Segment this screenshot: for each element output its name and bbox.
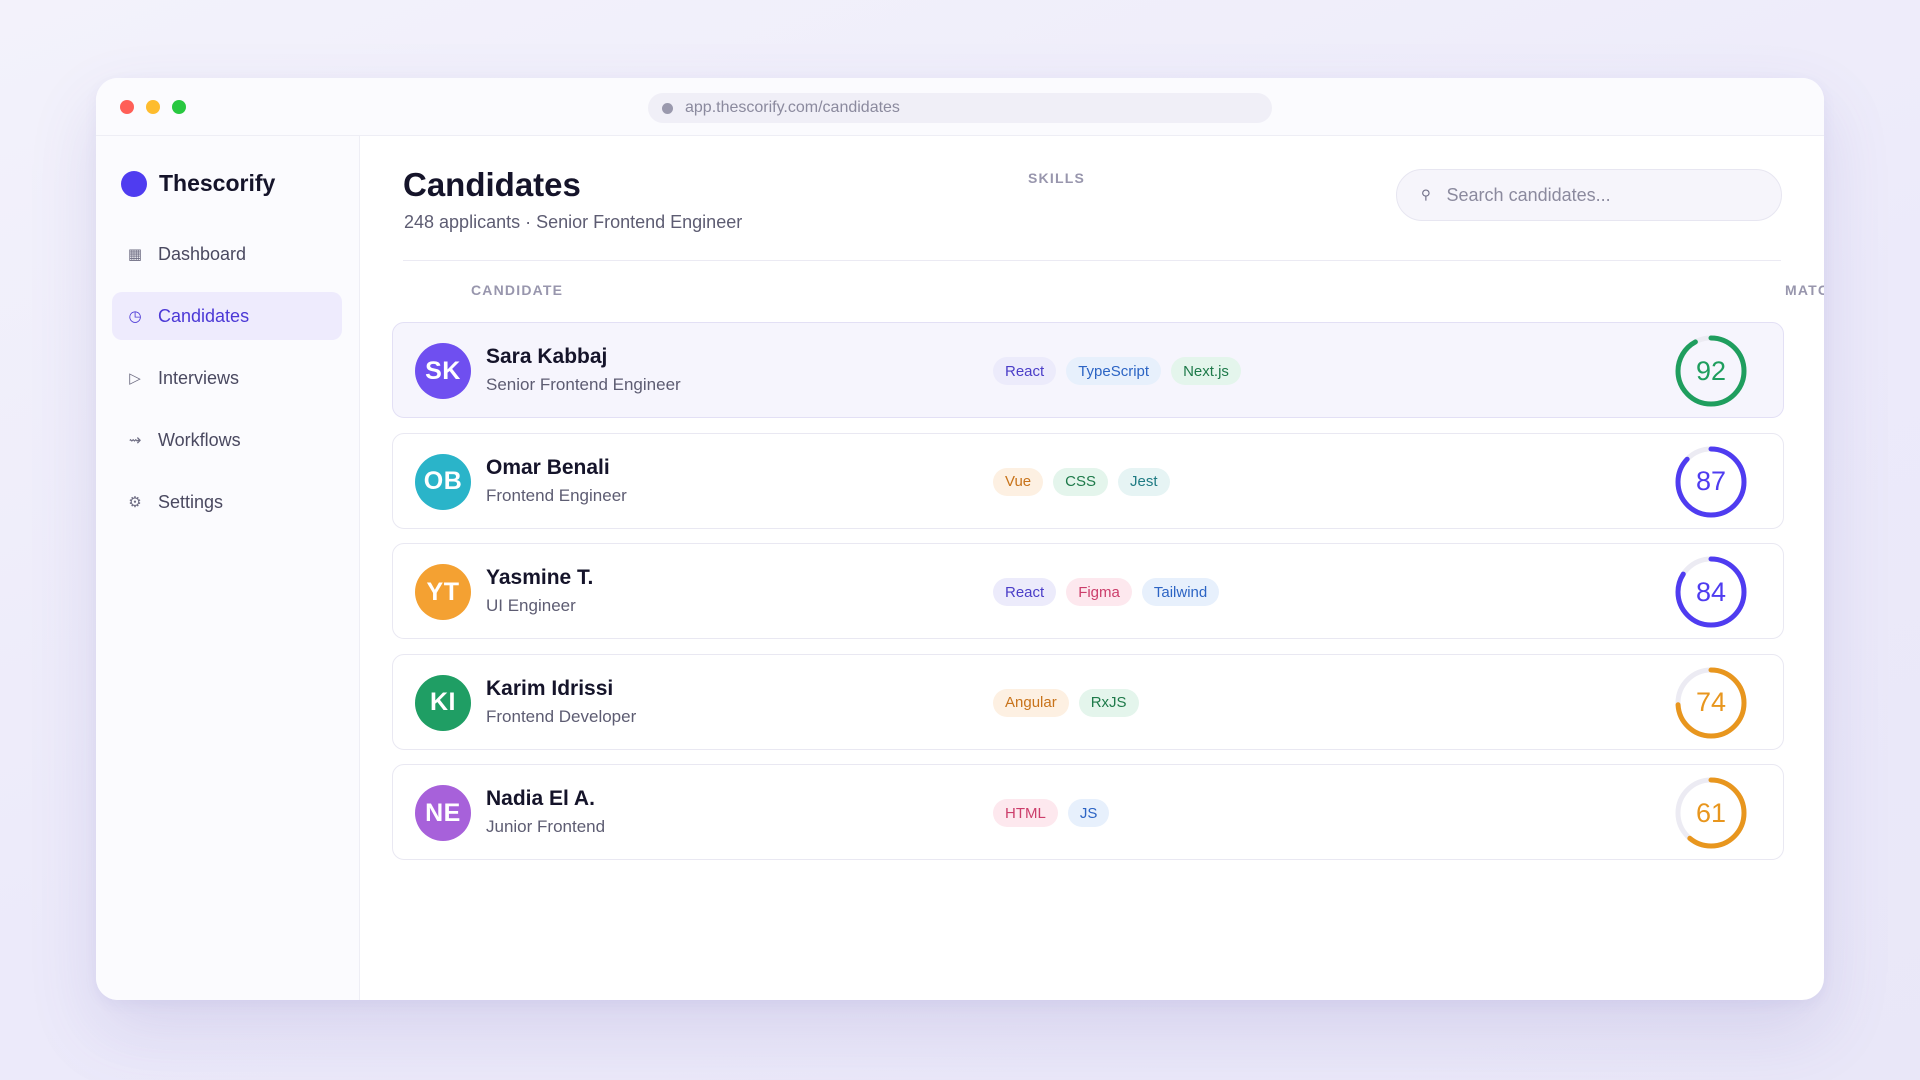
match-score-value: 92 — [1695, 355, 1727, 386]
candidate-role: Junior Frontend — [486, 817, 606, 836]
sidebar-item-settings[interactable]: ⚙ Settings — [112, 478, 342, 526]
play-icon: ▷ — [129, 370, 141, 387]
candidate-name[interactable]: Nadia El A. — [486, 787, 595, 811]
candidate-role: UI Engineer — [486, 596, 576, 615]
match-score-value: 74 — [1695, 687, 1727, 717]
sidebar-item-label: Interviews — [158, 367, 240, 388]
candidate-name[interactable]: Yasmine T. — [486, 566, 593, 590]
skill-tag[interactable]: Next.js — [1171, 357, 1241, 385]
sidebar-item-workflows[interactable]: ⇝ Workflows — [112, 416, 342, 464]
candidate-role: Frontend Engineer — [486, 485, 627, 505]
site-info-icon — [662, 102, 673, 114]
match-score-value: 87 — [1695, 466, 1727, 496]
skill-tags: React TypeScript Next.js — [993, 357, 1241, 385]
candidate-row[interactable]: OB Omar Benali Frontend Engineer Vue CSS J… — [392, 432, 1784, 529]
sidebar: Thescorify ▦ Dashboard ◷ Candidates ▷ In… — [96, 136, 360, 1000]
match-score: 61 — [1673, 775, 1749, 851]
avatar: OB — [415, 453, 471, 510]
search-input[interactable] — [1446, 184, 1747, 206]
column-header-candidate[interactable]: CANDIDATE — [471, 282, 563, 298]
candidate-row[interactable]: YT Yasmine T. UI Engineer React Figma Tail… — [392, 543, 1784, 639]
candidate-name[interactable]: Sara Kabbaj — [486, 345, 607, 369]
match-score: 74 — [1673, 665, 1749, 741]
sidebar-item-interviews[interactable]: ▷ Interviews — [112, 354, 342, 402]
address-bar[interactable]: app.thescorify.com/candidates — [648, 93, 1272, 123]
candidate-row[interactable]: SK Sara Kabbaj Senior Frontend Engineer … — [392, 322, 1784, 418]
skill-tags: Angular RxJS — [993, 688, 1139, 717]
skill-tag[interactable]: Vue — [993, 467, 1044, 496]
grid-icon: ▦ — [127, 246, 143, 263]
skill-tag[interactable]: RxJS — [1078, 688, 1139, 717]
sidebar-item-dashboard[interactable]: ▦ Dashboard — [112, 230, 342, 278]
avatar: KI — [415, 674, 471, 731]
skill-tags: Vue CSS Jest — [993, 467, 1170, 496]
skill-tag[interactable]: Jest — [1117, 467, 1170, 496]
match-score: 84 — [1673, 554, 1749, 630]
minimize-window-button[interactable] — [146, 100, 160, 114]
candidate-role: Frontend Developer — [486, 706, 637, 726]
skill-tag[interactable]: React — [993, 357, 1057, 385]
search-box[interactable]: ⚲ — [1396, 169, 1782, 221]
skill-tag[interactable]: HTML — [993, 799, 1058, 827]
sidebar-item-label: Settings — [158, 491, 224, 512]
search-icon: ⚲ — [1421, 187, 1431, 202]
title-bar: app.thescorify.com/candidates — [96, 78, 1824, 136]
avatar: NE — [415, 785, 471, 841]
skill-tag[interactable]: React — [993, 578, 1057, 606]
skill-tag[interactable]: Tailwind — [1141, 578, 1220, 606]
sidebar-item-label: Dashboard — [158, 243, 247, 264]
skill-tags: React Figma Tailwind — [993, 578, 1220, 606]
candidate-name[interactable]: Karim Idrissi — [486, 677, 613, 701]
brand[interactable]: Thescorify — [121, 170, 275, 197]
main-content: Candidates 248 applicants · Senior Front… — [360, 136, 1824, 1000]
match-score: 92 — [1673, 333, 1749, 409]
skill-tag[interactable]: CSS — [1053, 467, 1108, 496]
page-title: Candidates — [403, 166, 581, 203]
browser-window: app.thescorify.com/candidates Thescorify… — [96, 78, 1824, 1000]
avatar: YT — [415, 564, 471, 620]
close-window-button[interactable] — [120, 100, 134, 114]
divider — [403, 260, 1781, 261]
sidebar-nav: ▦ Dashboard ◷ Candidates ▷ Interviews ⇝ … — [112, 230, 342, 540]
skill-tag[interactable]: Angular — [993, 688, 1069, 717]
gear-icon: ⚙ — [128, 494, 142, 511]
maximize-window-button[interactable] — [172, 100, 186, 114]
candidate-row[interactable]: KI Karim Idrissi Frontend Developer Angu… — [392, 653, 1784, 750]
brand-name: Thescorify — [159, 170, 276, 196]
candidate-role: Senior Frontend Engineer — [486, 375, 681, 394]
match-score-value: 61 — [1695, 797, 1727, 828]
skill-tags: HTML JS — [993, 799, 1110, 827]
column-header-match[interactable]: MATCH — [1785, 282, 1824, 298]
candidate-name[interactable]: Omar Benali — [486, 456, 610, 480]
skill-tag[interactable]: Figma — [1066, 578, 1132, 606]
clock-icon: ◷ — [128, 308, 142, 325]
skill-tag[interactable]: TypeScript — [1066, 357, 1162, 385]
sidebar-item-candidates[interactable]: ◷ Candidates — [112, 292, 342, 340]
candidate-row[interactable]: NE Nadia El A. Junior Frontend HTML JS 61 — [392, 764, 1784, 860]
match-score: 87 — [1673, 444, 1749, 520]
candidate-list: SK Sara Kabbaj Senior Frontend Engineer … — [392, 322, 1784, 875]
arrow-icon: ⇝ — [128, 432, 142, 449]
avatar: SK — [415, 343, 471, 399]
url-text: app.thescorify.com/candidates — [685, 99, 900, 116]
brand-logo-icon — [121, 170, 147, 197]
sidebar-item-label: Workflows — [158, 429, 241, 450]
sidebar-item-label: Candidates — [158, 305, 250, 326]
column-header-skills[interactable]: SKILLS — [1028, 170, 1085, 186]
skill-tag[interactable]: JS — [1067, 799, 1110, 827]
page-subtitle: 248 applicants · Senior Frontend Enginee… — [404, 212, 743, 232]
match-score-value: 84 — [1695, 576, 1727, 607]
